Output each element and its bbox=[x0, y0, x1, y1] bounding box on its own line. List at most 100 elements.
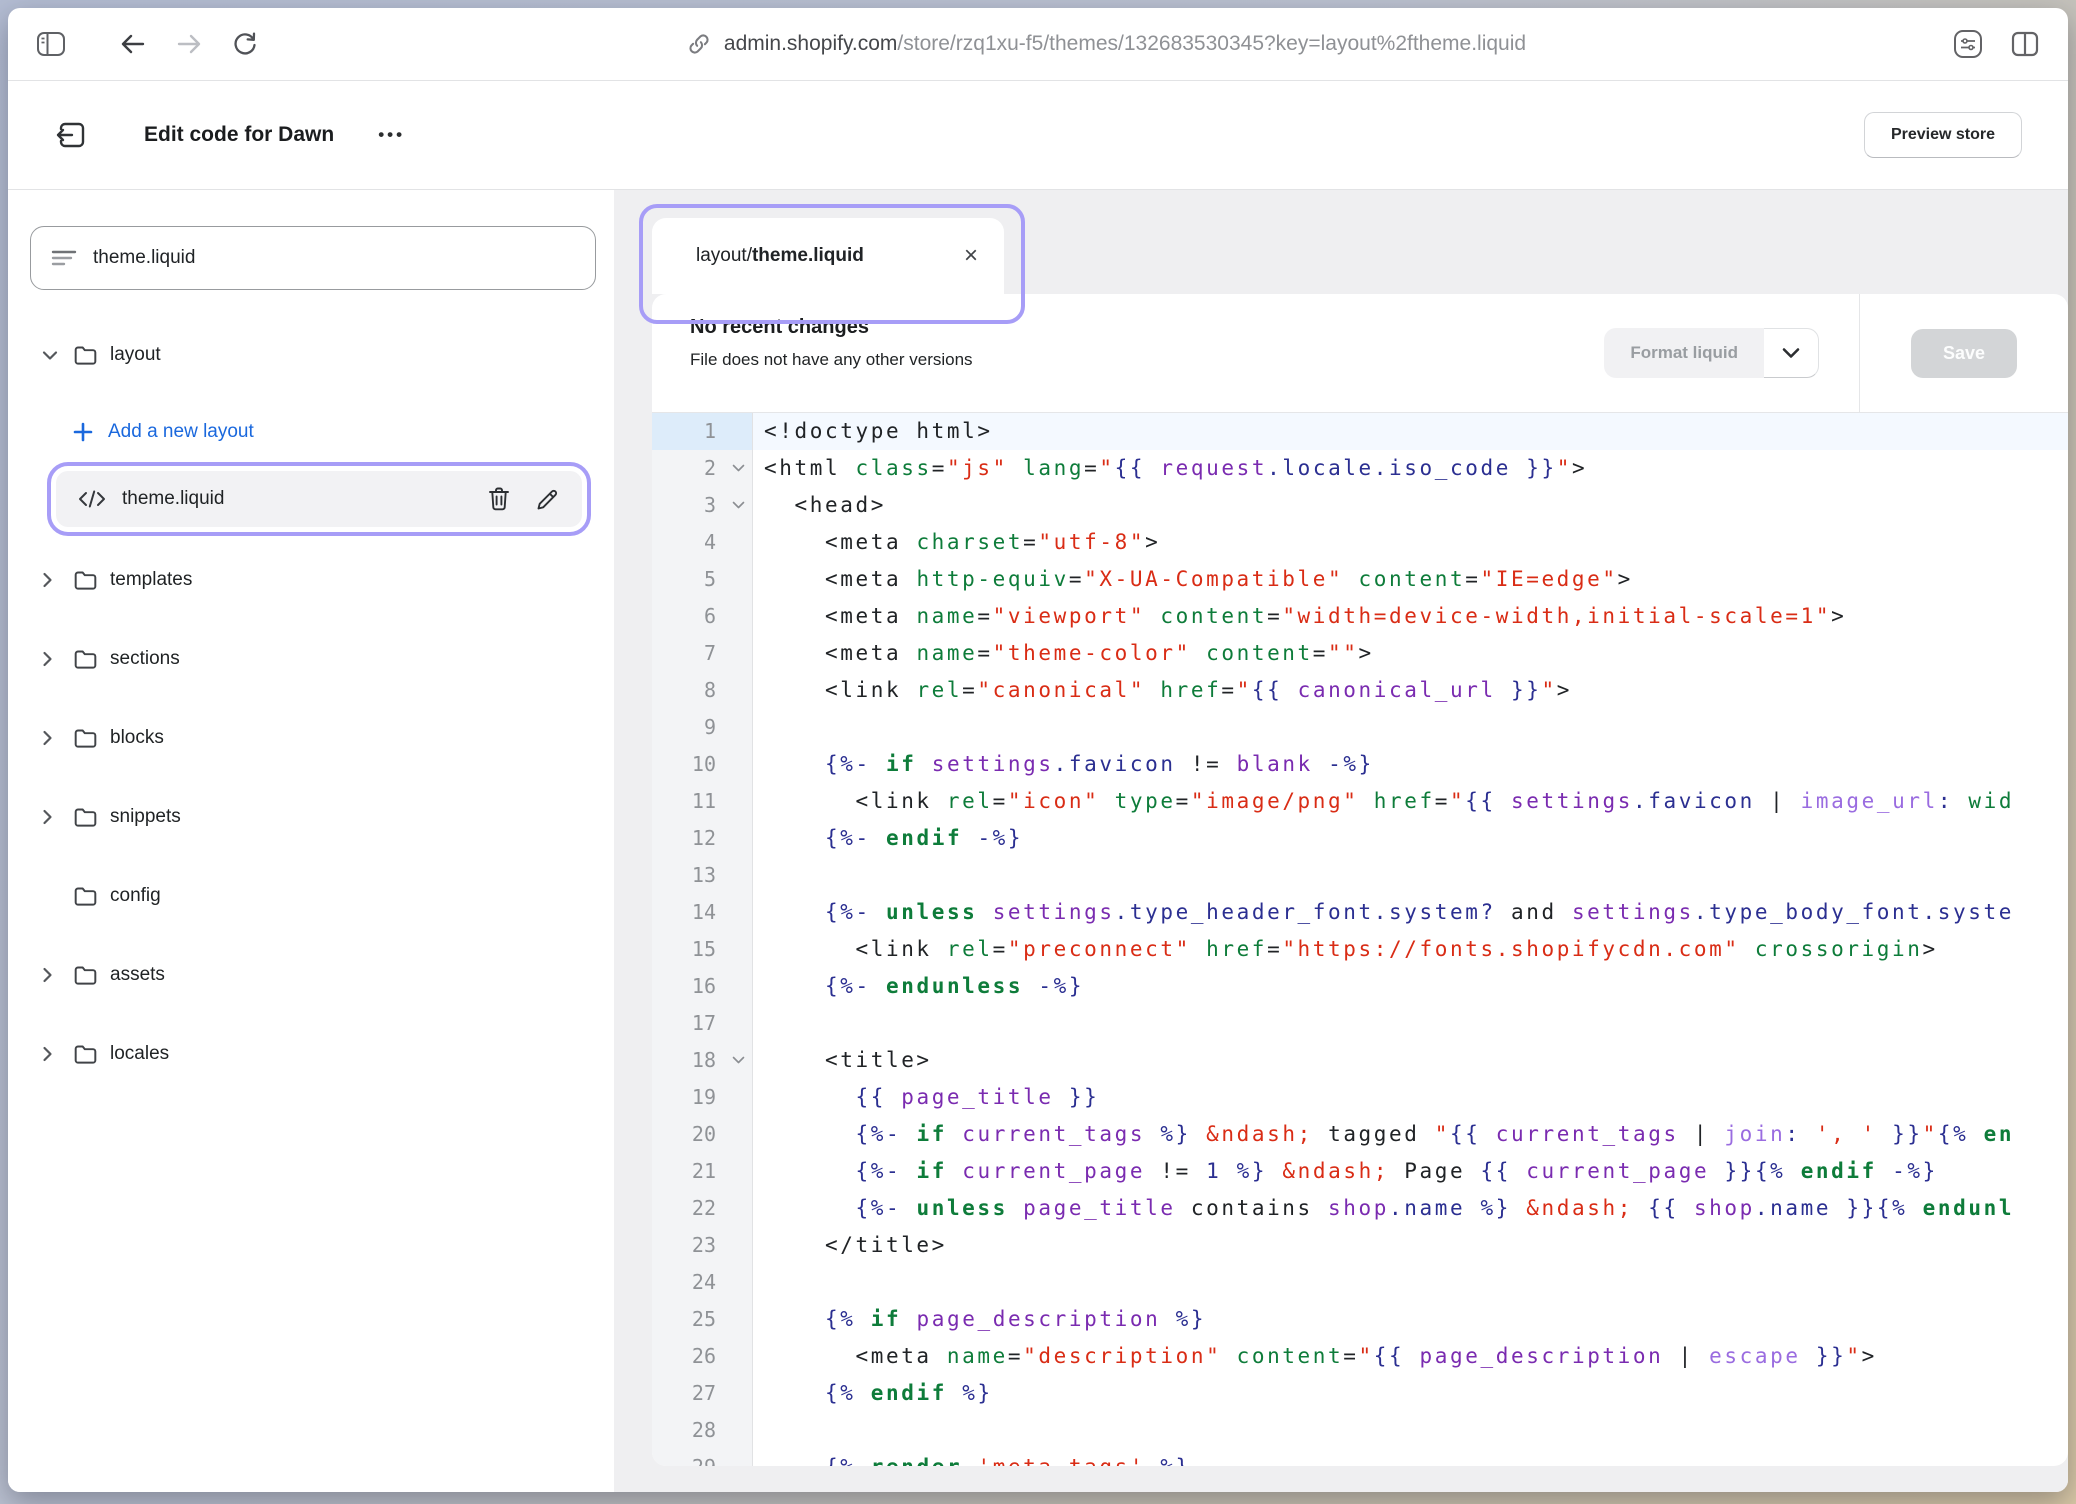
forward-icon[interactable] bbox=[174, 31, 204, 57]
code-line-text[interactable]: <link rel="preconnect" href="https://fon… bbox=[753, 931, 2068, 968]
code-line: 14 {%- unless settings.type_header_font.… bbox=[652, 894, 2068, 931]
folder-icon bbox=[72, 647, 110, 671]
url-path: /store/rzq1xu-f5/themes/132683530345?key… bbox=[897, 32, 1526, 55]
code-line: 10 {%- if settings.favicon != blank -%} bbox=[652, 746, 2068, 783]
code-line-text[interactable]: {%- endunless -%} bbox=[753, 968, 2068, 1005]
chevron-right-icon[interactable] bbox=[42, 730, 72, 746]
desktop-background: admin.shopify.com/store/rzq1xu-f5/themes… bbox=[0, 0, 2076, 1504]
code-line-text[interactable]: {%- unless settings.type_header_font.sys… bbox=[753, 894, 2068, 931]
code-line-text[interactable] bbox=[753, 709, 2068, 746]
chevron-right-icon[interactable] bbox=[42, 809, 72, 825]
folder-label: snippets bbox=[110, 806, 181, 828]
code-line-text[interactable]: {%- if current_page != 1 %} &ndash; Page… bbox=[753, 1153, 2068, 1190]
preview-store-button[interactable]: Preview store bbox=[1864, 112, 2022, 158]
folder-icon bbox=[72, 884, 110, 908]
folder-label: blocks bbox=[110, 727, 164, 749]
exit-icon[interactable] bbox=[54, 119, 88, 151]
tab-theme-liquid[interactable]: layout/theme.liquid × bbox=[652, 218, 1004, 294]
code-line-text[interactable]: <meta http-equiv="X-UA-Compatible" conte… bbox=[753, 561, 2068, 598]
fold-gutter bbox=[724, 1338, 753, 1375]
fold-toggle-icon[interactable] bbox=[724, 487, 753, 524]
code-line-text[interactable]: </title> bbox=[753, 1227, 2068, 1264]
tab-close-icon[interactable]: × bbox=[964, 244, 978, 268]
reload-icon[interactable] bbox=[230, 29, 260, 59]
tab-path-prefix: layout/ bbox=[696, 245, 752, 267]
line-number: 19 bbox=[652, 1079, 724, 1116]
chevron-down-icon bbox=[1782, 347, 1800, 359]
code-line-text[interactable]: <meta name="description" content="{{ pag… bbox=[753, 1338, 2068, 1375]
sidebar-toggle-icon[interactable] bbox=[36, 31, 66, 57]
sidebar-item-blocks[interactable]: blocks bbox=[30, 717, 596, 759]
sidebar-item-theme.liquid-selected[interactable]: theme.liquid bbox=[56, 471, 582, 527]
format-liquid-button[interactable]: Format liquid bbox=[1604, 328, 1764, 378]
code-line-text[interactable]: <!doctype html> bbox=[753, 413, 2068, 450]
sidebar-item-layout[interactable]: layout bbox=[30, 334, 596, 376]
sidebar-item-config[interactable]: config bbox=[30, 875, 596, 917]
chevron-down-icon[interactable] bbox=[42, 350, 72, 361]
code-line-text[interactable]: <title> bbox=[753, 1042, 2068, 1079]
rename-file-icon[interactable] bbox=[535, 487, 560, 512]
code-line-text[interactable]: <link rel="icon" type="image/png" href="… bbox=[753, 783, 2068, 820]
code-line: 22 {%- unless page_title contains shop.n… bbox=[652, 1190, 2068, 1227]
code-line: 25 {% if page_description %} bbox=[652, 1301, 2068, 1338]
code-line-text[interactable] bbox=[753, 1412, 2068, 1449]
fold-toggle-icon[interactable] bbox=[724, 1042, 753, 1079]
code-line-text[interactable]: <head> bbox=[753, 487, 2068, 524]
folder-label: layout bbox=[110, 344, 161, 366]
code-line-text[interactable]: <html class="js" lang="{{ request.locale… bbox=[753, 450, 2068, 487]
fold-toggle-icon[interactable] bbox=[724, 450, 753, 487]
chevron-right-icon[interactable] bbox=[42, 967, 72, 983]
code-line-text[interactable]: {%- unless page_title contains shop.name… bbox=[753, 1190, 2068, 1227]
code-line: 3 <head> bbox=[652, 487, 2068, 524]
delete-file-icon[interactable] bbox=[487, 486, 511, 512]
chevron-right-icon[interactable] bbox=[42, 1046, 72, 1062]
back-icon[interactable] bbox=[118, 31, 148, 57]
fold-gutter bbox=[724, 1190, 753, 1227]
more-options-button[interactable]: ••• bbox=[378, 125, 405, 145]
code-line: 12 {%- endif -%} bbox=[652, 820, 2068, 857]
code-line-text[interactable]: {% render 'meta-tags' %} bbox=[753, 1449, 2068, 1466]
file-search-input[interactable]: theme.liquid bbox=[30, 226, 596, 290]
line-number: 16 bbox=[652, 968, 724, 1005]
code-line-text[interactable]: {%- if settings.favicon != blank -%} bbox=[753, 746, 2068, 783]
fold-gutter bbox=[724, 1227, 753, 1264]
code-editor[interactable]: 1<!doctype html>2<html class="js" lang="… bbox=[652, 413, 2068, 1466]
split-view-icon[interactable] bbox=[2010, 31, 2040, 57]
code-line-text[interactable] bbox=[753, 1264, 2068, 1301]
fold-gutter bbox=[724, 1116, 753, 1153]
format-liquid-dropdown[interactable] bbox=[1764, 328, 1819, 378]
code-line-text[interactable]: {{ page_title }} bbox=[753, 1079, 2068, 1116]
page-settings-icon[interactable] bbox=[1952, 29, 1984, 59]
chevron-right-icon[interactable] bbox=[42, 572, 72, 588]
fold-gutter bbox=[724, 561, 753, 598]
fold-gutter bbox=[724, 857, 753, 894]
address-bar[interactable]: admin.shopify.com/store/rzq1xu-f5/themes… bbox=[260, 31, 1952, 57]
code-line-text[interactable]: {%- if current_tags %} &ndash; tagged "{… bbox=[753, 1116, 2068, 1153]
line-number: 11 bbox=[652, 783, 724, 820]
code-file-icon bbox=[78, 489, 106, 509]
code-line-text[interactable]: <meta name="theme-color" content=""> bbox=[753, 635, 2068, 672]
code-line-text[interactable]: <link rel="canonical" href="{{ canonical… bbox=[753, 672, 2068, 709]
code-line-text[interactable]: {% if page_description %} bbox=[753, 1301, 2068, 1338]
sidebar-item-locales[interactable]: locales bbox=[30, 1033, 596, 1075]
code-line-text[interactable]: {%- endif -%} bbox=[753, 820, 2068, 857]
app-header: Edit code for Dawn ••• Preview store bbox=[8, 81, 2068, 190]
code-line-text[interactable]: <meta name="viewport" content="width=dev… bbox=[753, 598, 2068, 635]
sidebar-item-add-a-new-layout[interactable]: Add a new layout bbox=[30, 413, 596, 451]
line-number: 17 bbox=[652, 1005, 724, 1042]
code-line: 20 {%- if current_tags %} &ndash; tagged… bbox=[652, 1116, 2068, 1153]
sidebar-item-snippets[interactable]: snippets bbox=[30, 796, 596, 838]
sidebar-item-assets[interactable]: assets bbox=[30, 954, 596, 996]
code-line-text[interactable] bbox=[753, 857, 2068, 894]
line-number: 21 bbox=[652, 1153, 724, 1190]
sidebar-item-sections[interactable]: sections bbox=[30, 638, 596, 680]
code-line-text[interactable]: <meta charset="utf-8"> bbox=[753, 524, 2068, 561]
fold-gutter bbox=[724, 968, 753, 1005]
line-number: 10 bbox=[652, 746, 724, 783]
fold-gutter bbox=[724, 1264, 753, 1301]
chevron-right-icon[interactable] bbox=[42, 651, 72, 667]
code-line-text[interactable]: {% endif %} bbox=[753, 1375, 2068, 1412]
save-button[interactable]: Save bbox=[1911, 329, 2017, 378]
code-line-text[interactable] bbox=[753, 1005, 2068, 1042]
sidebar-item-templates[interactable]: templates bbox=[30, 559, 596, 601]
